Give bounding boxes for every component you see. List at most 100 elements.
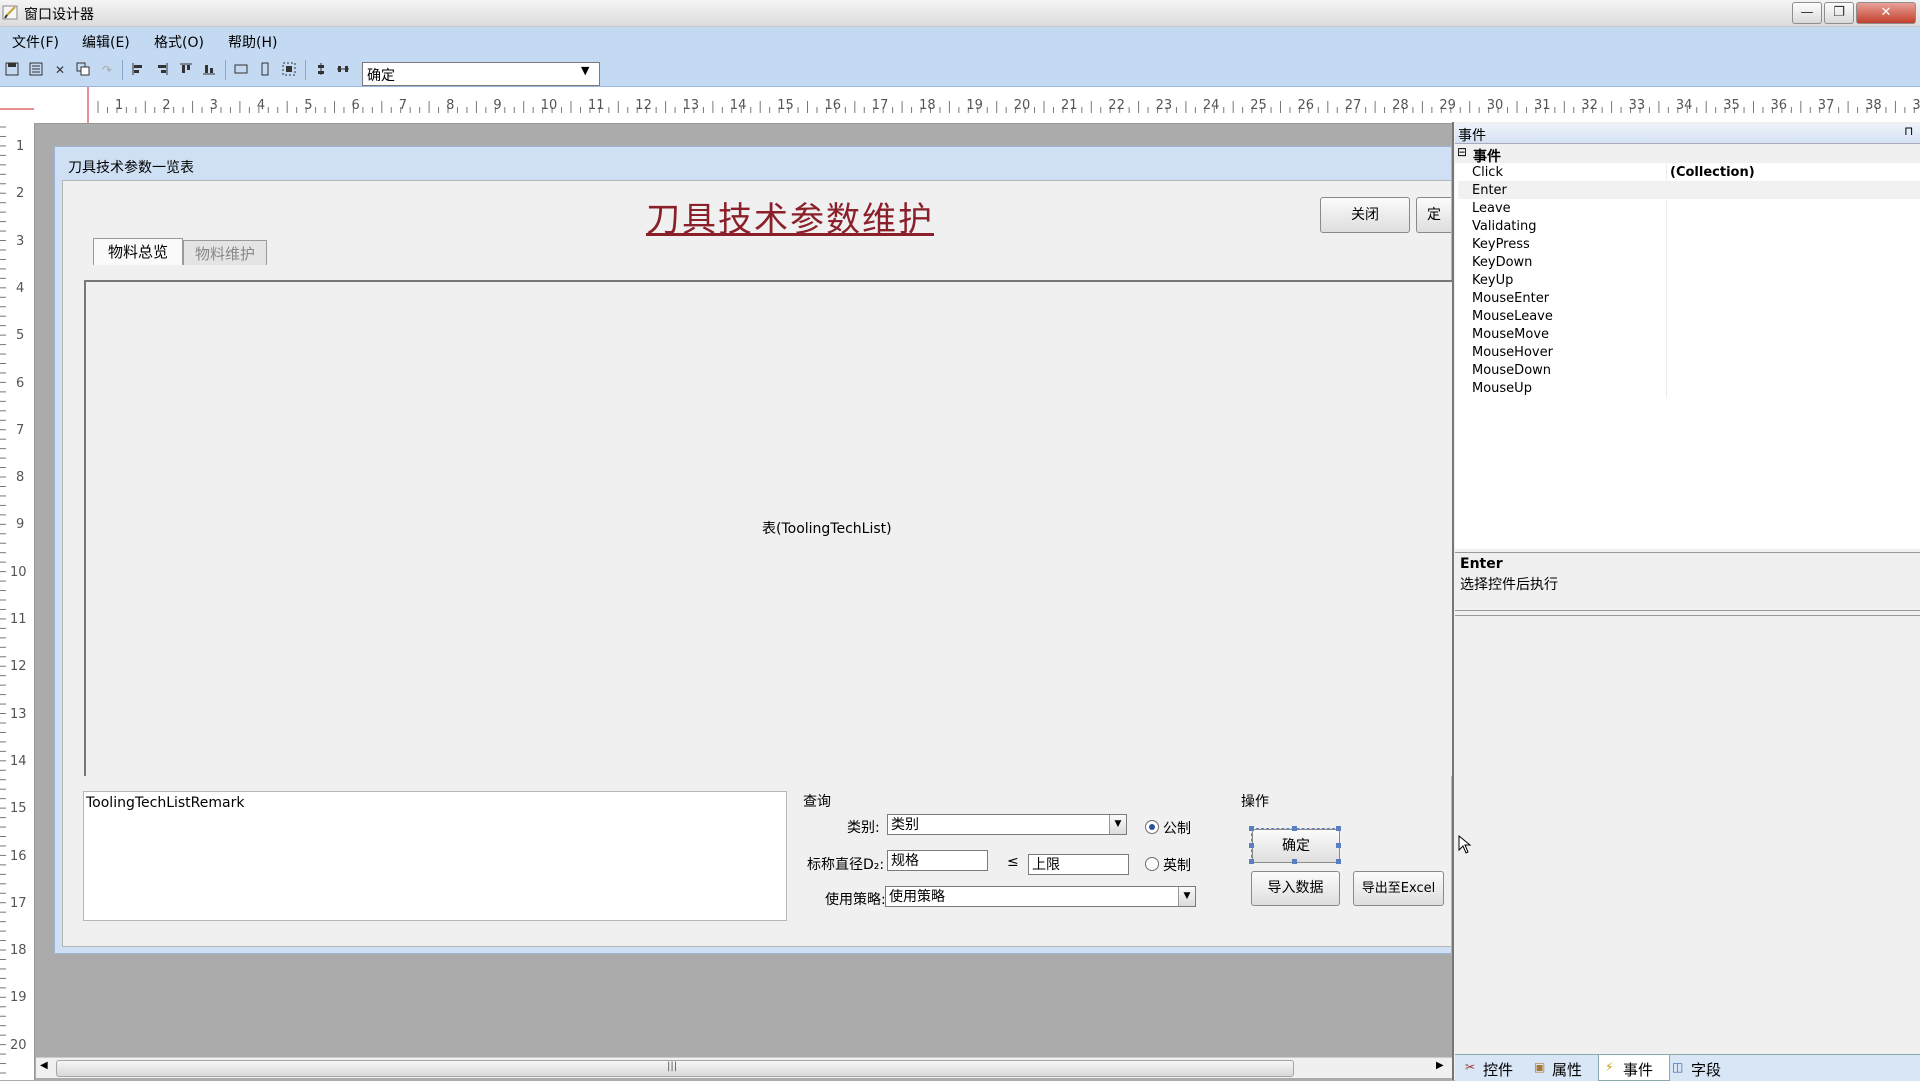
event-row[interactable]: MouseDown [1458,361,1920,379]
same-height-icon[interactable] [257,62,273,78]
tab-events[interactable]: 事件 [1623,1059,1653,1080]
event-row[interactable]: MouseHover [1458,343,1920,361]
tab-material-maintenance[interactable]: 物料维护 [183,240,267,265]
menu-help[interactable]: 帮助(H) [228,32,277,52]
scroll-left-icon[interactable]: ◀ [40,1060,48,1071]
imperial-radio[interactable] [1145,857,1159,871]
ruler-number: 30 [1486,98,1504,113]
save-icon[interactable] [4,62,20,78]
export-excel-button[interactable]: 导出至Excel [1353,871,1444,906]
upper-limit-input[interactable]: 上限 [1028,854,1129,875]
tab-material-overview[interactable]: 物料总览 [93,238,183,265]
menu-format[interactable]: 格式(O) [154,32,204,52]
event-row[interactable]: Click (Collection) [1458,163,1920,181]
strategy-value: 使用策略 [889,889,945,905]
event-row[interactable]: KeyDown [1458,253,1920,271]
chevron-down-icon[interactable]: ▼ [1109,815,1126,834]
menu-edit[interactable]: 编辑(E) [82,32,130,52]
toolbar-separator [225,60,226,80]
resize-handle[interactable] [1249,843,1254,848]
ruler-number: 1 [115,98,124,113]
remark-textbox[interactable]: ToolingTechListRemark [83,791,787,921]
category-label: 类别: [847,820,880,836]
align-right-icon[interactable] [154,62,170,78]
ruler-number: 4 [256,98,266,113]
import-data-button[interactable]: 导入数据 [1251,871,1340,906]
ruler-number: 11 [10,612,27,627]
ruler-number: 25 [1250,98,1267,113]
ruler-number: 13 [682,98,700,113]
chevron-down-icon[interactable]: ▼ [1178,887,1195,906]
event-row[interactable]: KeyPress [1458,235,1920,253]
vertical-spacing-icon[interactable] [313,62,329,78]
copy-icon[interactable] [75,62,91,78]
event-name: Validating [1472,219,1537,234]
empty-pane [1455,615,1920,1054]
event-row[interactable]: MouseUp [1458,379,1920,397]
category-select[interactable]: 类别 ▼ [887,814,1127,835]
same-width-icon[interactable] [233,62,249,78]
cut-icon[interactable]: ✕ [52,62,68,78]
ruler-number: 2 [16,186,25,202]
tab-properties[interactable]: 属性 [1552,1059,1582,1080]
confirm-button[interactable]: 确定 [1252,829,1340,863]
partial-button[interactable]: 定 [1416,197,1451,233]
resize-handle[interactable] [1336,843,1341,848]
scrollbar-thumb[interactable]: ||| [56,1060,1294,1077]
ruler-number: 16 [10,848,27,864]
event-row[interactable]: MouseMove [1458,325,1920,343]
tab-controls[interactable]: 控件 [1483,1059,1513,1080]
resize-handle[interactable] [1249,859,1254,864]
resize-handle[interactable] [1336,826,1341,831]
ruler-number: 9 [493,98,502,113]
event-name: KeyUp [1472,273,1514,288]
horizontal-spacing-icon[interactable] [335,62,351,78]
category-row[interactable]: ⊟ 事件 [1455,145,1920,165]
paste-icon[interactable]: ↷ [99,62,115,78]
diameter-label: 标称直径D₂: [807,857,885,873]
event-row[interactable]: MouseLeave [1458,307,1920,325]
event-name: KeyPress [1472,237,1530,252]
ruler-number: 28 [1392,98,1409,113]
horizontal-scrollbar[interactable]: ◀ ||| ▶ [36,1057,1452,1078]
close-window-button[interactable]: ✕ [1856,2,1916,24]
minimize-button[interactable]: — [1792,2,1822,24]
description-text: 选择控件后执行 [1460,577,1558,593]
grip-icon: ||| [667,1061,678,1072]
ruler-number: 15 [777,98,794,113]
event-row[interactable]: Leave [1458,199,1920,217]
align-left-icon[interactable] [130,62,146,78]
align-bottom-icon[interactable] [201,62,217,78]
restore-button[interactable]: ❐ [1824,2,1854,24]
resize-handle[interactable] [1292,859,1297,864]
menu-file[interactable]: 文件(F) [12,32,59,52]
event-name: MouseHover [1472,345,1553,360]
ruler-number: 8 [446,98,455,113]
diameter-input[interactable]: 规格 [887,850,988,871]
resize-handle[interactable] [1249,826,1254,831]
align-top-icon[interactable] [178,62,194,78]
properties-icon[interactable] [28,62,44,78]
strategy-label: 使用策略: [825,892,886,908]
pin-icon[interactable]: ⊓ [1904,124,1913,138]
metric-radio[interactable] [1145,820,1159,834]
event-row[interactable]: Validating [1458,217,1920,235]
strategy-select[interactable]: 使用策略 ▼ [885,886,1196,907]
event-row[interactable]: MouseEnter [1458,289,1920,307]
tab-fields[interactable]: 字段 [1691,1059,1721,1080]
resize-handle[interactable] [1292,826,1297,831]
control-selector-combo[interactable]: 确定 ▼ [362,62,600,86]
close-button[interactable]: 关闭 [1320,197,1410,233]
resize-handle[interactable] [1336,859,1341,864]
ruler-number: 3 [16,233,25,249]
query-group-label: 查询 [803,794,831,810]
page-heading[interactable]: 刀具技术参数维护 [646,192,934,241]
event-value[interactable]: (Collection) [1670,165,1755,180]
event-row[interactable]: KeyUp [1458,271,1920,289]
tooling-tech-list-grid[interactable]: 表(ToolingTechList) [84,280,1452,776]
event-row[interactable]: Enter [1458,181,1920,199]
same-size-icon[interactable] [281,62,297,78]
collapse-icon[interactable]: ⊟ [1457,145,1467,159]
scroll-right-icon[interactable]: ▶ [1436,1060,1444,1071]
ruler-number: 8 [16,470,25,486]
